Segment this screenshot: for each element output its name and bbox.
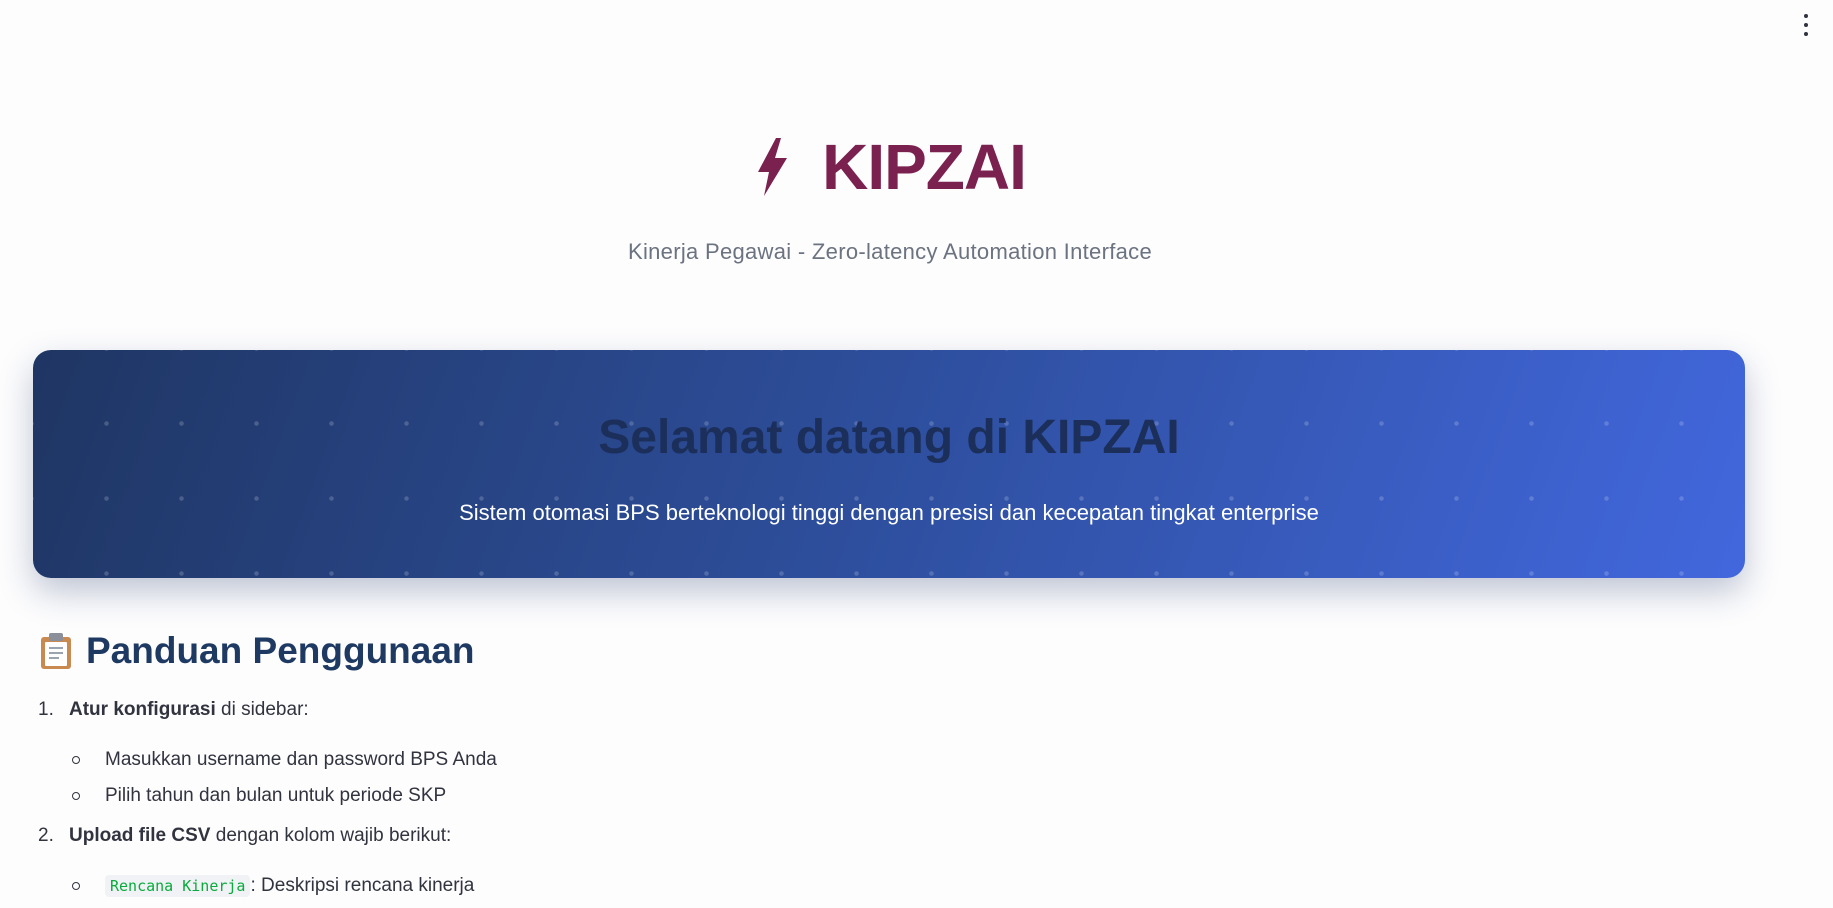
hero-header: KIPZAI Kinerja Pegawai - Zero-latency Au… bbox=[0, 125, 1780, 265]
list-item: Pilih tahun dan bulan untuk periode SKP bbox=[69, 778, 1738, 814]
app-subtitle: Kinerja Pegawai - Zero-latency Automatio… bbox=[627, 239, 1152, 264]
welcome-banner: Selamat datang di KIPZAI Sistem otomasi … bbox=[33, 350, 1745, 578]
step-title: Atur konfigurasi bbox=[69, 699, 216, 720]
list-item: Rencana Kinerja: Deskripsi rencana kiner… bbox=[69, 868, 1738, 904]
column-name-code: Rencana Kinerja bbox=[105, 875, 251, 897]
step-item: 1. Atur konfigurasi di sidebar: Masukkan… bbox=[38, 692, 1738, 814]
step-text: dengan kolom wajib berikut: bbox=[210, 825, 452, 846]
clipboard-icon bbox=[38, 632, 74, 670]
step-subitems: Rencana Kinerja: Deskripsi rencana kiner… bbox=[69, 868, 1738, 904]
step-subitems: Masukkan username dan password BPS Anda … bbox=[69, 742, 1738, 814]
column-description: : Deskripsi rencana kinerja bbox=[250, 875, 475, 896]
more-vertical-icon bbox=[1804, 14, 1808, 18]
app-title: KIPZAI bbox=[754, 125, 1027, 209]
step-number: 2. bbox=[38, 825, 54, 846]
steps-list: 1. Atur konfigurasi di sidebar: Masukkan… bbox=[38, 692, 1738, 904]
guide-heading-text: Panduan Penggunaan bbox=[86, 630, 475, 671]
lightning-bolt-icon bbox=[754, 138, 790, 196]
step-text: di sidebar: bbox=[215, 699, 309, 720]
usage-guide: Panduan Penggunaan 1. Atur konfigurasi d… bbox=[38, 628, 1738, 908]
app-title-text: KIPZAI bbox=[822, 131, 1027, 203]
step-number: 1. bbox=[38, 699, 54, 720]
step-title: Upload file CSV bbox=[69, 825, 211, 846]
guide-heading: Panduan Penggunaan bbox=[38, 628, 1738, 674]
list-item: Masukkan username dan password BPS Anda bbox=[69, 742, 1738, 778]
welcome-title: Selamat datang di KIPZAI bbox=[598, 411, 1180, 464]
step-item: 2. Upload file CSV dengan kolom wajib be… bbox=[38, 818, 1738, 904]
main-menu-button[interactable] bbox=[1801, 14, 1811, 36]
welcome-text: Sistem otomasi BPS berteknologi tinggi d… bbox=[459, 500, 1319, 525]
